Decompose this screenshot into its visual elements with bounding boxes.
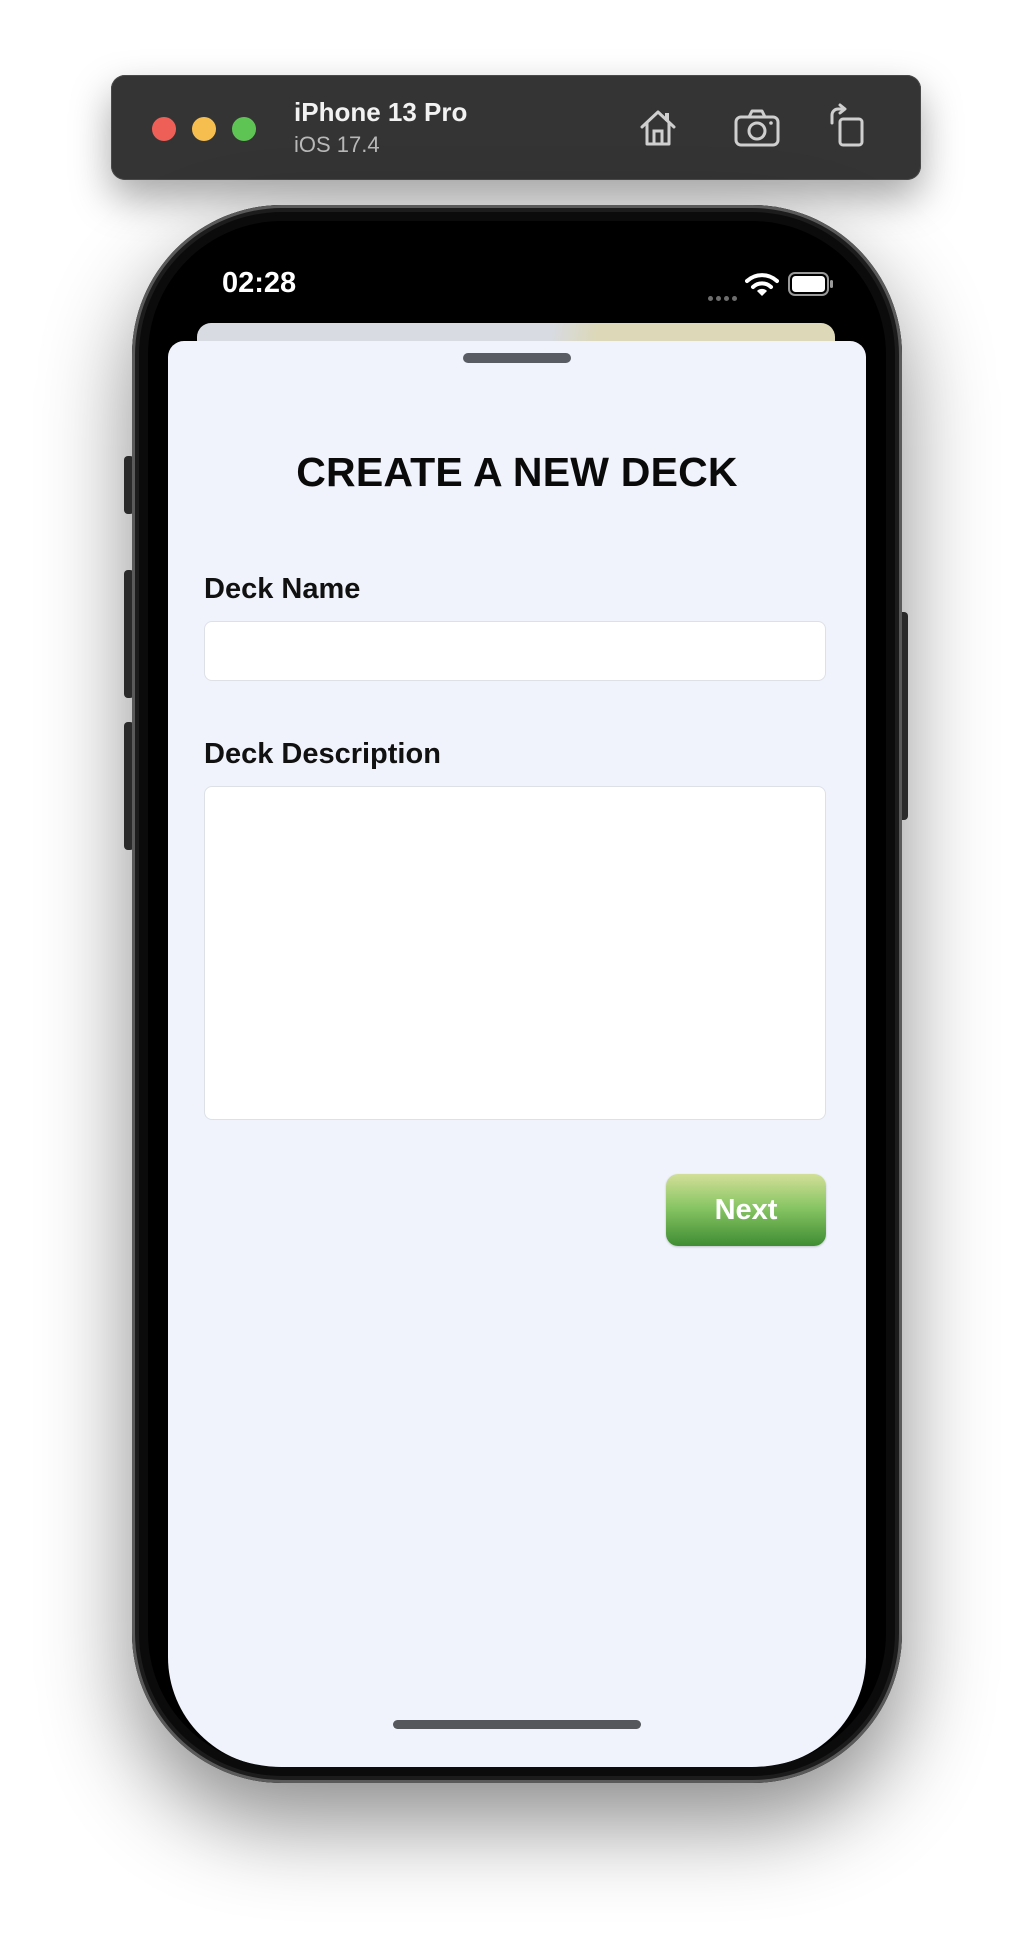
zoom-window-button[interactable] bbox=[232, 117, 256, 141]
simulator-toolbar: iPhone 13 Pro iOS 17.4 bbox=[111, 75, 921, 180]
simulator-stage: iPhone 13 Pro iOS 17.4 02:28 CREATE A NE… bbox=[0, 0, 1032, 1936]
screenshot-camera-icon[interactable] bbox=[733, 103, 781, 151]
wifi-icon bbox=[745, 273, 779, 296]
close-window-button[interactable] bbox=[152, 117, 176, 141]
home-indicator[interactable] bbox=[393, 1720, 641, 1729]
page-title: CREATE A NEW DECK bbox=[296, 449, 738, 495]
deck-description-textarea[interactable] bbox=[204, 786, 826, 1120]
next-button[interactable]: Next bbox=[666, 1174, 826, 1246]
status-time: 02:28 bbox=[222, 267, 297, 299]
simulator-device-name: iPhone 13 Pro bbox=[294, 97, 468, 127]
home-icon[interactable] bbox=[634, 103, 682, 151]
minimize-window-button[interactable] bbox=[192, 117, 216, 141]
cellular-signal-icon bbox=[708, 288, 740, 306]
deck-name-label: Deck Name bbox=[204, 573, 361, 605]
battery-icon bbox=[788, 272, 833, 296]
deck-name-input[interactable] bbox=[204, 621, 826, 681]
simulator-os-version: iOS 17.4 bbox=[294, 132, 380, 157]
sheet-grabber[interactable] bbox=[463, 353, 571, 363]
deck-description-label: Deck Description bbox=[204, 738, 441, 770]
create-deck-sheet: CREATE A NEW DECK Deck Name Deck Descrip… bbox=[168, 341, 866, 1767]
phone-screen: 02:28 CREATE A NEW DECK Deck Name Deck D… bbox=[148, 221, 886, 1767]
rotate-icon[interactable] bbox=[824, 103, 872, 151]
